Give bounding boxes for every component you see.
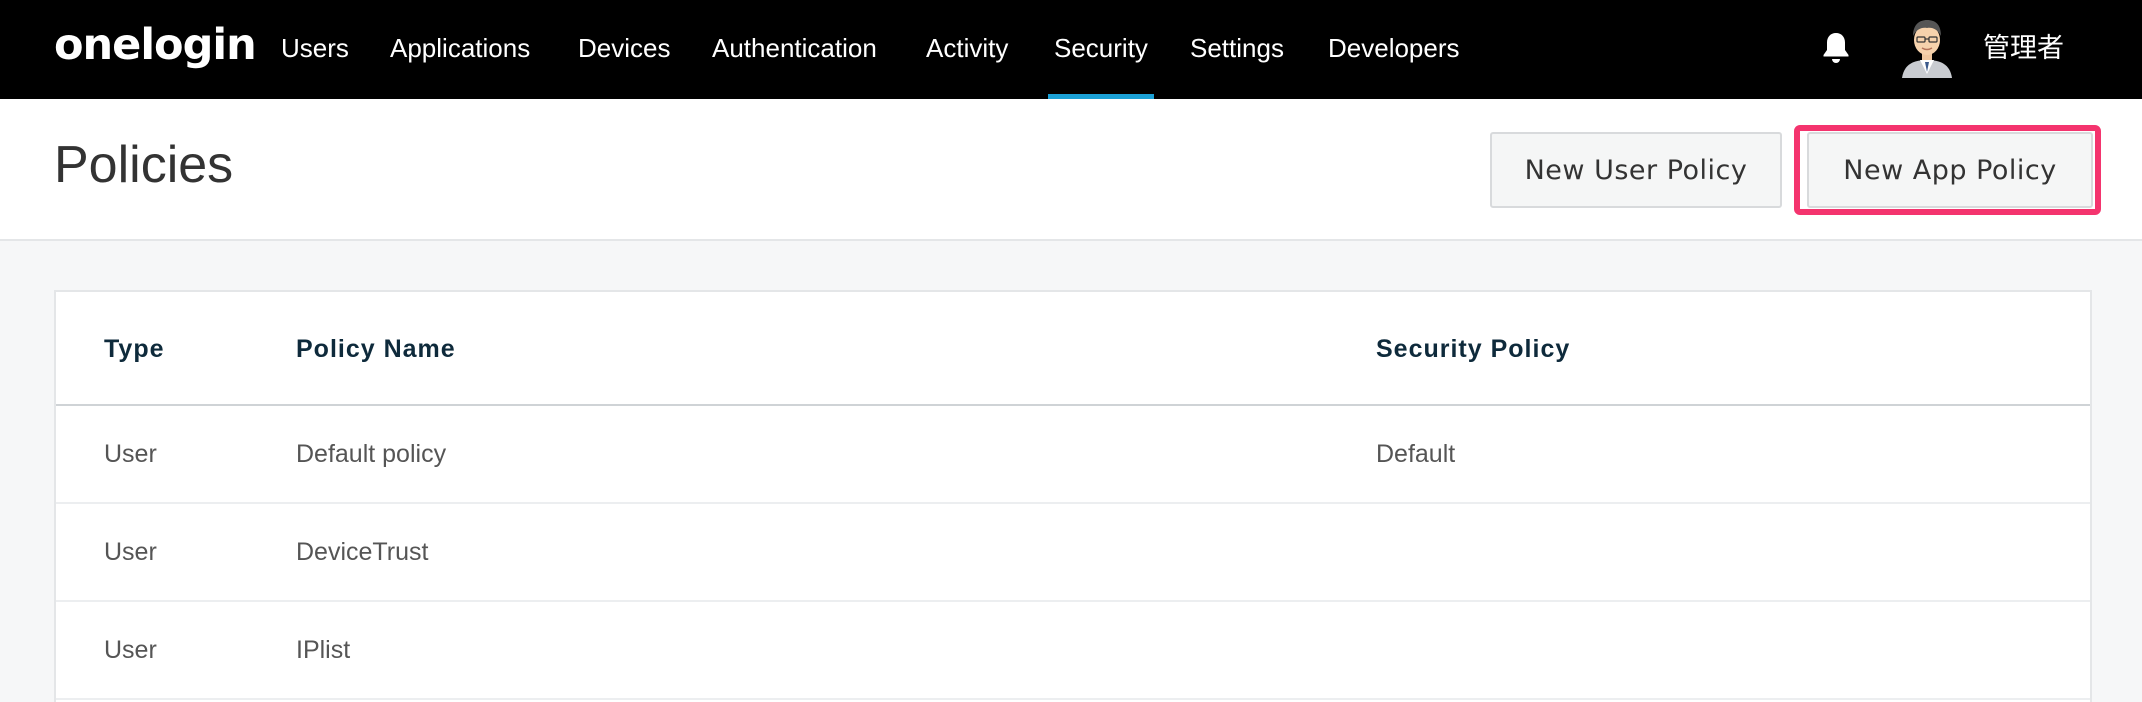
nav-authentication[interactable]: Authentication <box>712 0 877 99</box>
cell-type: User <box>104 440 157 468</box>
column-header-type[interactable]: Type <box>104 292 165 406</box>
nav-users[interactable]: Users <box>281 0 349 99</box>
page-title: Policies <box>54 136 234 194</box>
new-app-policy-button[interactable]: New App Policy <box>1807 132 2093 208</box>
cell-security-policy: Default <box>1376 440 1456 468</box>
cell-policy-name: DeviceTrust <box>296 538 429 566</box>
page-header: Policies New User Policy New App Policy <box>0 99 2142 241</box>
table-row[interactable]: User DeviceTrust <box>56 504 2090 602</box>
cell-type: User <box>104 636 157 664</box>
policies-table: Type Policy Name Security Policy User De… <box>54 290 2092 702</box>
nav-developers[interactable]: Developers <box>1328 0 1460 99</box>
onelogin-logo[interactable]: onelogin <box>54 20 257 70</box>
nav-security[interactable]: Security <box>1048 0 1154 99</box>
user-avatar[interactable] <box>1898 16 1956 78</box>
cell-policy-name: Default policy <box>296 440 447 468</box>
top-navbar: onelogin Users Applications Devices Authent… <box>0 0 2142 99</box>
table-row[interactable]: User IPlist <box>56 602 2090 700</box>
table-row[interactable]: User Default policy Default <box>56 406 2090 504</box>
nav-devices[interactable]: Devices <box>578 0 670 99</box>
table-header: Type Policy Name Security Policy <box>56 292 2090 406</box>
cell-policy-name: IPlist <box>296 636 351 664</box>
column-header-policy-name[interactable]: Policy Name <box>296 292 456 406</box>
nav-settings[interactable]: Settings <box>1190 0 1284 99</box>
nav-activity[interactable]: Activity <box>926 0 1008 99</box>
user-name[interactable]: 管理者 <box>1983 0 2064 99</box>
new-user-policy-button[interactable]: New User Policy <box>1490 132 1782 208</box>
bell-icon[interactable] <box>1820 30 1852 66</box>
nav-applications[interactable]: Applications <box>390 0 530 99</box>
column-header-security-policy[interactable]: Security Policy <box>1376 292 1570 406</box>
cell-type: User <box>104 538 157 566</box>
